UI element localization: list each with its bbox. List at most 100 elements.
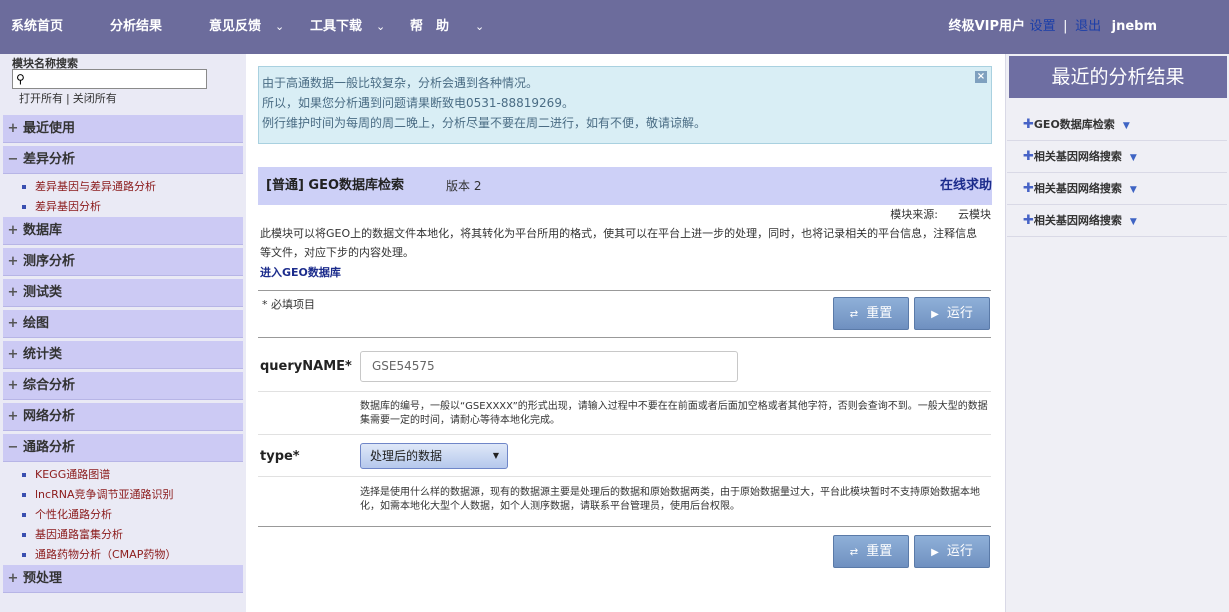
module-description: 此模块可以将GEO上的数据文件本地化，将其转化为平台所用的格式，使其可以在平台上… (260, 227, 978, 259)
sidebar-group-network[interactable]: + 网络分析 (3, 403, 243, 431)
expand-icon: + (7, 254, 19, 269)
close-icon[interactable]: × (975, 71, 987, 83)
query-name-help: 数据库的编号，一般以“GSEXXXX”的形式出现，请输入过程中不要在在前面或者后… (360, 401, 988, 426)
run-button[interactable]: ▶ 运行 (914, 535, 990, 568)
sidebar-group-testing[interactable]: + 测试类 (3, 279, 243, 307)
expand-icon: + (7, 571, 19, 586)
dropdown-arrow-icon[interactable]: ▼ (1130, 217, 1137, 227)
sidebar-group-database[interactable]: + 数据库 (3, 217, 243, 245)
collapse-icon: − (7, 152, 19, 167)
nav-feedback-label: 意见反馈 (209, 19, 262, 34)
sidebar-group-label: 测试类 (23, 285, 63, 300)
nav-tool-download-label: 工具下载 (310, 19, 363, 34)
module-source: 模块来源: 云模块 (890, 206, 991, 222)
expand-icon: + (7, 316, 19, 331)
sidebar-group-plotting[interactable]: + 绘图 (3, 310, 243, 338)
chevron-down-icon[interactable]: ⌄ (475, 20, 484, 33)
expand-icon: + (7, 121, 19, 136)
top-navigation-bar: 系统首页 分析结果 意见反馈 ⌄ 工具下载 ⌄ 帮 助 ⌄ 终极VIP用户 设置 | … (0, 0, 1229, 54)
sidebar-item-diff-gene[interactable]: 差异基因分析 (22, 200, 101, 214)
sidebar-group-label: 绘图 (23, 316, 50, 331)
sidebar-item-lncrna[interactable]: lncRNA竞争调节亚通路识别 (22, 488, 173, 502)
module-search-input[interactable] (31, 70, 201, 88)
chevron-down-icon[interactable]: ⌄ (275, 20, 284, 33)
expand-collapse-row: 打开所有 | 关闭所有 (19, 90, 117, 106)
play-icon: ▶ (931, 547, 939, 558)
sidebar-item-label: KEGG通路图谱 (35, 468, 111, 481)
sidebar-item-personalized-pathway[interactable]: 个性化通路分析 (22, 508, 112, 522)
reset-button[interactable]: ⇄ 重置 (833, 535, 909, 568)
sidebar-group-integrated[interactable]: + 综合分析 (3, 372, 243, 400)
sidebar-group-label: 综合分析 (23, 378, 76, 393)
reset-label: 重置 (866, 544, 893, 559)
dropdown-arrow-icon: ▼ (492, 451, 499, 460)
separator: | (1063, 19, 1068, 34)
module-sidebar: 模块名称搜索 ⚲ 打开所有 | 关闭所有 + 最近使用 − 差异分析 差异基因与差异通路… (0, 54, 246, 612)
bullet-icon (22, 533, 26, 537)
search-icon: ⚲ (16, 72, 25, 86)
reset-label: 重置 (866, 306, 893, 321)
recent-result-item[interactable]: ✚GEO数据库检索 ▼ (1007, 109, 1227, 141)
open-all-link[interactable]: 打开所有 (19, 92, 63, 105)
sidebar-group-sequencing[interactable]: + 测序分析 (3, 248, 243, 276)
sidebar-group-recent[interactable]: + 最近使用 (3, 115, 243, 143)
settings-link[interactable]: 设置 (1030, 19, 1056, 34)
type-help: 选择是使用什么样的数据源，现有的数据源主要是处理后的数据和原始数据两类，由于原始… (360, 487, 980, 512)
nav-analysis-results[interactable]: 分析结果 (110, 0, 162, 54)
chevron-down-icon[interactable]: ⌄ (376, 20, 385, 33)
recent-result-item[interactable]: ✚相关基因网络搜索 ▼ (1007, 205, 1227, 237)
nav-feedback[interactable]: 意见反馈 ⌄ (209, 0, 284, 54)
sidebar-group-pathway[interactable]: − 通路分析 (3, 434, 243, 462)
sidebar-group-differential[interactable]: − 差异分析 (3, 146, 243, 174)
enter-geo-link[interactable]: 进入GEO数据库 (260, 264, 341, 280)
sidebar-item-pathway-drug[interactable]: 通路药物分析（CMAP药物） (22, 548, 176, 562)
play-icon: ▶ (931, 309, 939, 320)
sidebar-item-diff-gene-pathway[interactable]: 差异基因与差异通路分析 (22, 180, 156, 194)
recent-result-label: 相关基因网络搜索 (1033, 214, 1122, 227)
recent-result-item[interactable]: ✚相关基因网络搜索 ▼ (1007, 173, 1227, 205)
notice-line: 由于高通数据一般比较复杂，分析会遇到各种情况。 (262, 76, 539, 90)
bullet-icon (22, 513, 26, 517)
dropdown-arrow-icon[interactable]: ▼ (1123, 121, 1130, 131)
divider (258, 476, 991, 477)
recent-results-title: 最近的分析结果 (1009, 56, 1227, 98)
sidebar-group-label: 测序分析 (23, 254, 76, 269)
dropdown-arrow-icon[interactable]: ▼ (1130, 185, 1137, 195)
divider (258, 337, 991, 338)
recent-result-item[interactable]: ✚相关基因网络搜索 ▼ (1007, 141, 1227, 173)
dropdown-arrow-icon[interactable]: ▼ (1130, 153, 1137, 163)
nav-tool-download[interactable]: 工具下载 ⌄ (310, 0, 385, 54)
sidebar-item-label: 差异基因与差异通路分析 (35, 180, 156, 193)
query-name-input[interactable]: GSE54575 (360, 351, 738, 382)
close-all-link[interactable]: 关闭所有 (73, 92, 117, 105)
username: jnebm (1111, 19, 1157, 34)
bullet-icon (22, 473, 26, 477)
module-title: [普通] GEO数据库检索 (266, 178, 405, 193)
recent-result-label: 相关基因网络搜索 (1033, 150, 1122, 163)
module-search-box[interactable]: ⚲ (12, 69, 207, 89)
sidebar-item-pathway-enrichment[interactable]: 基因通路富集分析 (22, 528, 123, 542)
reset-icon: ⇄ (849, 547, 859, 558)
nav-home[interactable]: 系统首页 (11, 0, 63, 54)
type-label: type* (260, 449, 300, 464)
plus-icon: ✚ (1023, 213, 1034, 228)
sidebar-item-label: 通路药物分析（CMAP药物） (35, 548, 177, 561)
source-label: 模块来源: (890, 208, 938, 221)
run-button[interactable]: ▶ 运行 (914, 297, 990, 330)
nav-help[interactable]: 帮 助 ⌄ (410, 0, 484, 54)
sidebar-group-label: 通路分析 (23, 440, 76, 455)
sidebar-group-preprocessing[interactable]: + 预处理 (3, 565, 243, 593)
sidebar-group-statistics[interactable]: + 统计类 (3, 341, 243, 369)
recent-results-panel: 最近的分析结果 ✚GEO数据库检索 ▼ ✚相关基因网络搜索 ▼ ✚相关基因网络搜索 ▼… (1005, 54, 1229, 612)
reset-button[interactable]: ⇄ 重置 (833, 297, 909, 330)
bullet-icon (22, 553, 26, 557)
sidebar-item-kegg[interactable]: KEGG通路图谱 (22, 468, 110, 482)
sidebar-group-label: 统计类 (23, 347, 63, 362)
online-help-link[interactable]: 在线求助 (940, 167, 992, 205)
plus-icon: ✚ (1023, 181, 1034, 196)
logout-link[interactable]: 退出 (1075, 19, 1101, 34)
bullet-icon (22, 205, 26, 209)
type-select[interactable]: 处理后的数据 ▼ (360, 443, 508, 469)
run-label: 运行 (946, 306, 973, 321)
divider (258, 434, 991, 435)
